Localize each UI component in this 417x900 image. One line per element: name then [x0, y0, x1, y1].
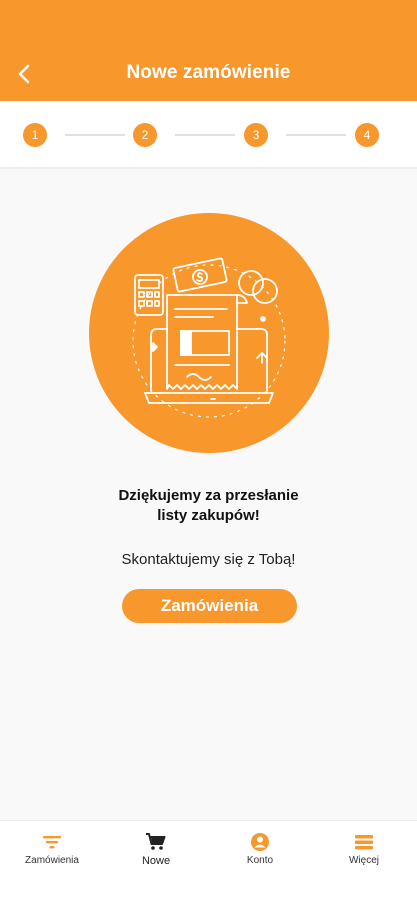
- cart-icon: [145, 831, 167, 853]
- contact-message: Skontaktujemy się z Tobą!: [121, 551, 296, 568]
- filter-icon: [41, 831, 63, 853]
- tab-orders-label: Zamówienia: [25, 855, 79, 866]
- thank-you-line-2: listy zakupów!: [157, 507, 260, 524]
- receipt-laptop-icon: [132, 257, 286, 418]
- tab-more-label: Więcej: [348, 855, 379, 866]
- step-1: 1: [23, 123, 47, 147]
- tab-new[interactable]: Nowe: [104, 821, 208, 881]
- thank-you-line-1: Dziękujemy za przesłanie: [118, 487, 299, 504]
- tab-new-label: Nowe: [141, 855, 171, 867]
- shopping-list-illustration: [89, 213, 329, 453]
- step-connector: [286, 134, 346, 136]
- tab-account-label: Konto: [246, 855, 274, 866]
- progress-stepper: 1 2 3 4: [0, 101, 417, 169]
- tab-more[interactable]: Więcej: [312, 821, 416, 881]
- tab-account[interactable]: Konto: [208, 821, 312, 881]
- page-title: Nowe zamówienie: [126, 62, 291, 83]
- step-connector: [65, 134, 125, 136]
- step-4: 4: [355, 123, 379, 147]
- thank-you-message: Dziękujemy za przesłanie listy zakupów!: [60, 486, 357, 526]
- app-header: Nowe zamówienie: [0, 0, 417, 101]
- menu-icon: [353, 831, 375, 853]
- step-3: 3: [244, 123, 268, 147]
- tab-orders[interactable]: Zamówienia: [0, 821, 104, 881]
- step-2: 2: [133, 123, 157, 147]
- bottom-tab-bar: Zamówienia Nowe Konto Więcej: [0, 820, 417, 900]
- step-connector: [175, 134, 235, 136]
- orders-button[interactable]: Zamówienia: [122, 589, 297, 623]
- account-icon: [249, 831, 271, 853]
